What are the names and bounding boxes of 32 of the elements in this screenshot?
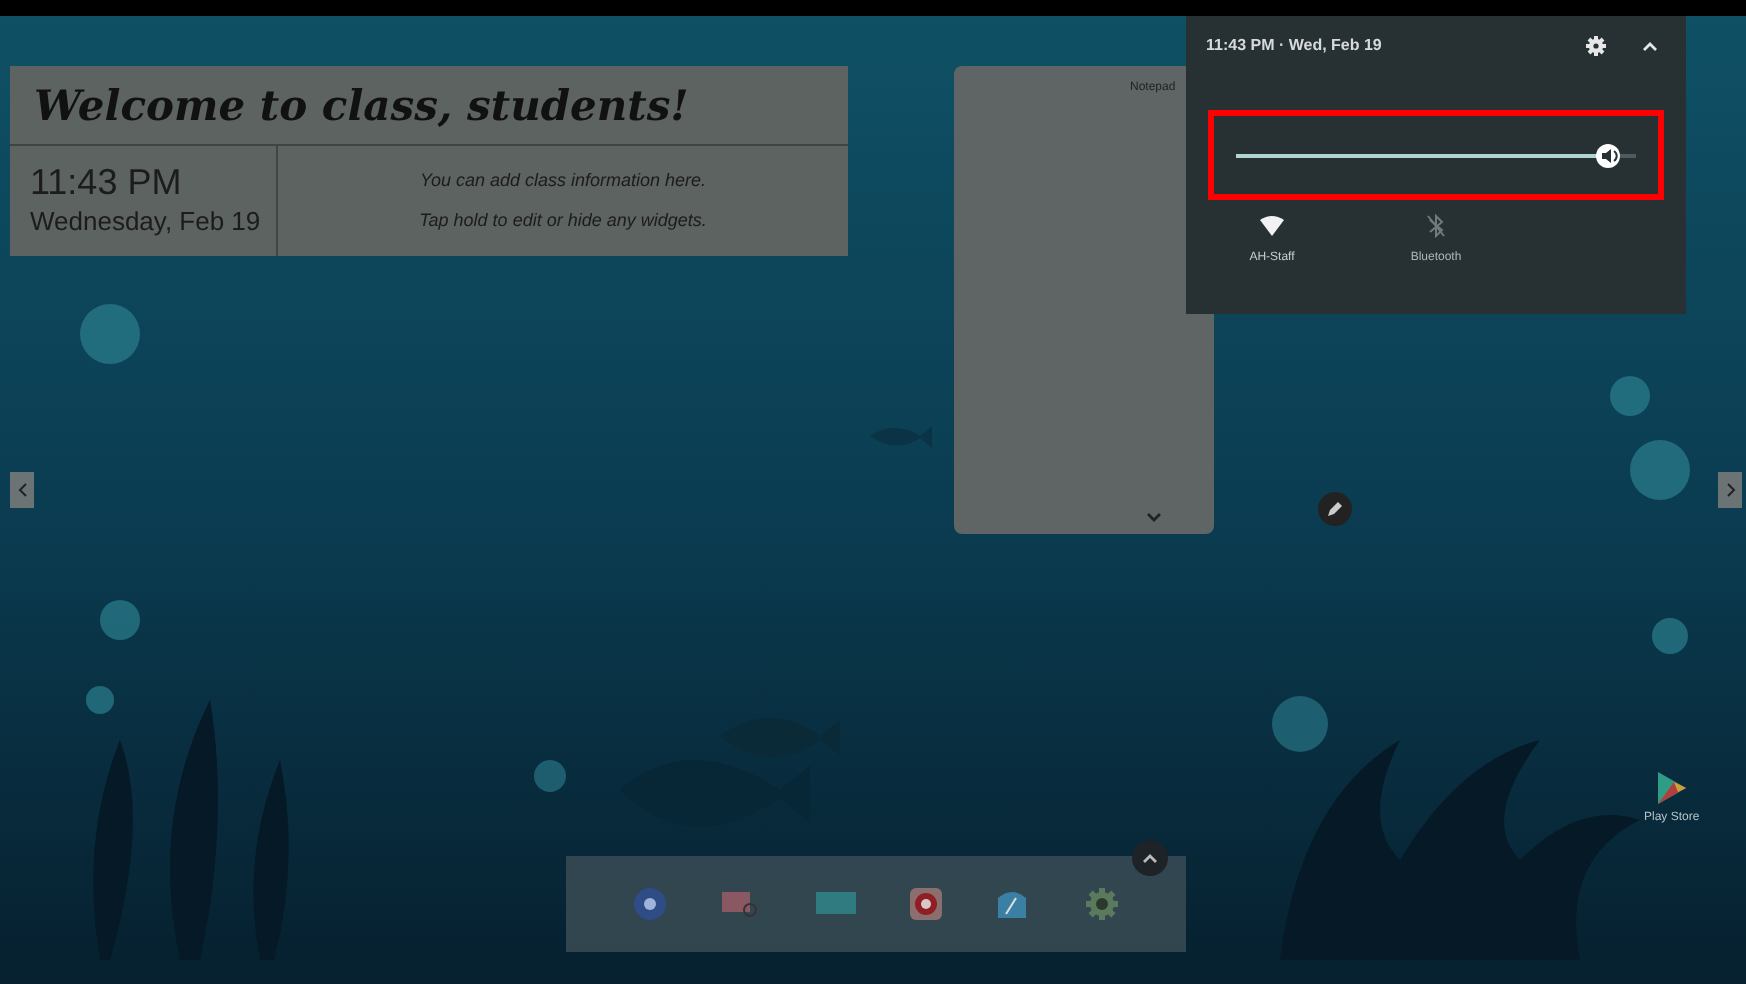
clock-time: 11:43 PM (30, 161, 184, 202)
info-text: Tap hold to edit or hide any widgets. (419, 208, 707, 234)
bubble (534, 760, 566, 792)
welcome-title: Welcome to class, students! (34, 77, 689, 134)
bubble (1630, 440, 1690, 500)
chevron-up-icon (1142, 853, 1158, 863)
left-arrow-button[interactable] (10, 472, 34, 508)
clock-date: Wednesday, Feb 19 (30, 203, 263, 240)
app-icon[interactable] (632, 886, 669, 922)
bluetooth-off-icon (1426, 214, 1446, 238)
volume-slider[interactable] (1236, 141, 1636, 169)
play-triangle-icon[interactable] (1655, 770, 1688, 806)
app-icon[interactable] (910, 888, 943, 920)
info-text: You can add class information here. (419, 167, 707, 193)
bubble (1272, 696, 1328, 752)
bubble (86, 686, 114, 714)
bubble (80, 304, 140, 364)
right-arrow-button[interactable] (1718, 472, 1742, 508)
chevron-right-icon (1725, 482, 1735, 498)
settings-icon[interactable] (1586, 36, 1606, 56)
app-icon[interactable] (994, 886, 1031, 922)
speaker-icon (1596, 143, 1620, 167)
status-datetime: 11:43 PM · Wed, Feb 19 (1206, 34, 1382, 58)
bubble (100, 600, 140, 640)
bubble (1610, 376, 1650, 416)
gear-icon[interactable] (1083, 886, 1120, 922)
wifi-icon (1260, 216, 1284, 236)
pencil-icon (1326, 500, 1344, 518)
bubble (1652, 618, 1688, 654)
chevron-down-icon[interactable] (1146, 512, 1162, 522)
collapse-icon[interactable] (1642, 41, 1658, 51)
chevron-left-icon (17, 482, 27, 498)
